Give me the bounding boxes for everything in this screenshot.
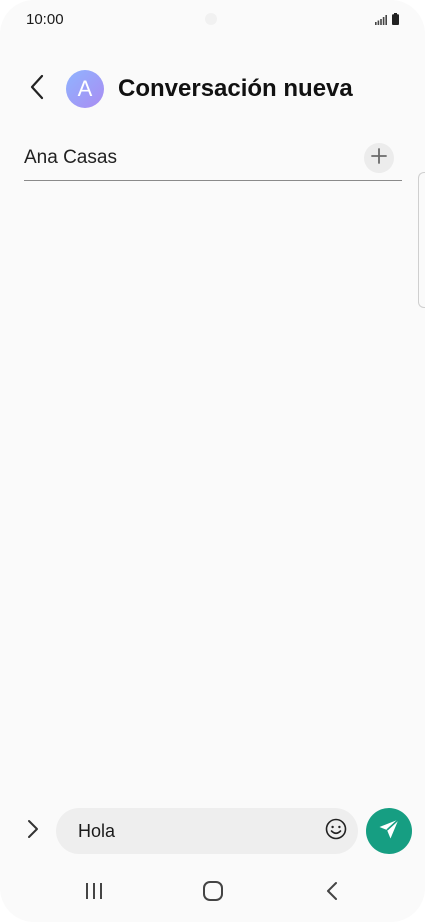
back-button[interactable] [20,72,54,106]
app-header: A Conversación nueva [0,64,425,114]
paper-plane-icon [377,817,401,846]
plus-icon [371,147,387,169]
status-bar: 10:00 [0,0,425,40]
home-button[interactable] [193,876,233,910]
avatar[interactable]: A [66,70,104,108]
front-camera [205,13,217,25]
message-composer: Hola [0,806,425,856]
home-icon [202,880,224,907]
edge-panel-handle[interactable] [418,172,425,308]
status-time: 10:00 [26,11,64,28]
add-recipient-button[interactable] [364,143,394,173]
expand-options-button[interactable] [20,814,46,848]
recents-icon [84,882,104,905]
recipient-name[interactable]: Ana Casas [24,147,117,169]
nav-back-button[interactable] [312,876,352,910]
nav-back-icon [325,881,339,906]
send-button[interactable] [366,808,412,854]
status-icons [375,13,399,25]
phone-screen: 10:00 A Conversación nueva Ana Casas Hol… [0,0,425,922]
signal-icon [375,15,387,25]
emoji-button[interactable] [324,818,348,845]
message-text[interactable]: Hola [78,821,115,842]
chevron-right-icon [27,819,39,844]
recents-button[interactable] [74,876,114,910]
page-title: Conversación nueva [118,75,353,102]
navigation-bar [0,872,425,914]
back-arrow-icon [29,74,45,105]
message-input[interactable]: Hola [56,808,358,854]
smiley-icon [325,818,347,845]
recipient-field[interactable]: Ana Casas [24,140,402,181]
battery-icon [392,13,399,25]
